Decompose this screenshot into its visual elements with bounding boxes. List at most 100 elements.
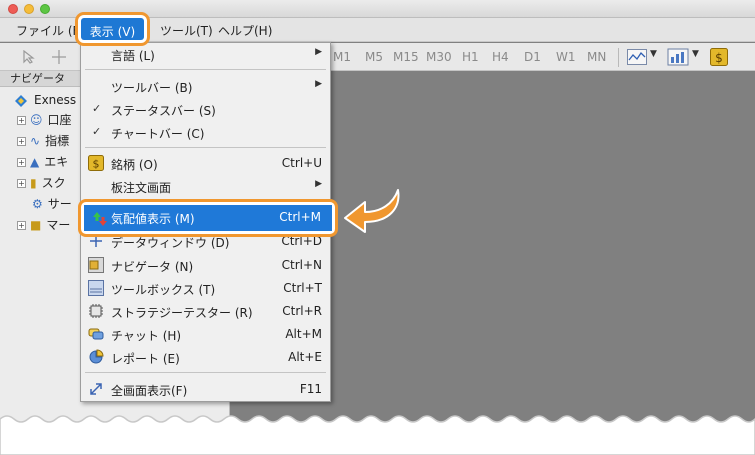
menu-item-label: チャット (H) — [111, 329, 182, 343]
menu-help[interactable]: ヘルプ(H) — [218, 22, 272, 39]
menu-item-label: ストラテジーテスター (R) — [111, 306, 253, 320]
submenu-arrow-icon: ▶ — [315, 179, 322, 189]
menu-file[interactable]: ファイル (F) — [16, 22, 84, 39]
scripts-icon: ▮ — [30, 176, 37, 190]
menu-item-label: 板注文画面 — [111, 181, 172, 195]
timeframe-w1-button[interactable]: W1 — [556, 50, 576, 64]
menu-item-report[interactable]: レポート (E) Alt+E — [81, 346, 330, 368]
timeframe-mn-button[interactable]: MN — [587, 50, 606, 64]
menu-item-shortcut: Alt+E — [288, 350, 322, 364]
svg-text:$: $ — [715, 51, 723, 65]
menu-item-label: ステータスバー (S) — [111, 104, 216, 118]
menu-item-shortcut: Ctrl+U — [281, 156, 322, 170]
timeframe-m30-button[interactable]: M30 — [426, 50, 452, 64]
menu-divider — [85, 372, 326, 373]
menu-item-status-bar[interactable]: ✓ ステータスバー (S) — [81, 98, 330, 120]
close-window-button[interactable] — [8, 4, 18, 14]
navigator-item-label: スク — [41, 176, 66, 190]
menu-item-navigator[interactable]: ナビゲータ (N) Ctrl+N — [81, 254, 330, 276]
maximize-window-button[interactable] — [40, 4, 50, 14]
svg-text:$: $ — [93, 158, 100, 171]
timeframe-h1-button[interactable]: H1 — [462, 50, 479, 64]
expand-icon[interactable]: + — [17, 179, 26, 188]
navigator-item-indicators[interactable]: + ∿ 指標 — [17, 132, 69, 149]
menu-item-shortcut: Ctrl+T — [283, 281, 322, 295]
services-icon: ⚙ — [32, 197, 43, 211]
menu-item-label: 言語 (L) — [111, 49, 155, 63]
checkmark-icon: ✓ — [92, 125, 102, 138]
menu-item-chat[interactable]: チャット (H) Alt+M — [81, 323, 330, 345]
minimize-window-button[interactable] — [24, 4, 34, 14]
cursor-icon[interactable] — [22, 50, 36, 64]
menu-view-label: 表示 (V) — [89, 25, 136, 39]
indicator-icon[interactable] — [627, 49, 647, 65]
app-window: ファイル (F) ツール(T) ヘルプ(H) M1 M5 M15 M30 H1 H4 D1 W… — [0, 0, 755, 455]
menu-item-shortcut: Ctrl+M — [279, 210, 321, 224]
timeframe-m15-button[interactable]: M15 — [393, 50, 419, 64]
menu-item-strategy-tester[interactable]: ストラテジーテスター (R) Ctrl+R — [81, 300, 330, 322]
navigator-item-experts[interactable]: + ▲ エキ — [17, 153, 68, 170]
pointer-arrow-icon — [344, 189, 400, 233]
market-watch-icon — [93, 212, 107, 226]
menu-item-language[interactable]: 言語 (L) ▶ — [81, 43, 330, 65]
navigator-item-label: サー — [47, 197, 72, 211]
chevron-down-icon[interactable]: ▼ — [650, 49, 657, 59]
broker-logo-icon — [15, 94, 27, 107]
checkmark-icon: ✓ — [92, 102, 102, 115]
menu-item-chart-bar[interactable]: ✓ チャートバー (C) — [81, 121, 330, 143]
crosshair-tool-icon[interactable] — [52, 50, 66, 64]
menu-item-toolbox[interactable]: ツールボックス (T) Ctrl+T — [81, 277, 330, 299]
tester-icon — [89, 304, 103, 318]
navigator-root-label: Exness — [34, 93, 77, 107]
submenu-arrow-icon: ▶ — [315, 79, 322, 89]
menu-item-shortcut: Alt+M — [285, 327, 322, 341]
template-icon[interactable] — [667, 48, 689, 66]
dollar-icon: $ — [88, 155, 104, 171]
navigator-item-accounts[interactable]: + ☺ 口座 — [17, 111, 72, 128]
expand-icon[interactable]: + — [17, 221, 26, 230]
timeframe-m1-button[interactable]: M1 — [333, 50, 351, 64]
timeframe-m5-button[interactable]: M5 — [365, 50, 383, 64]
menu-item-label: レポート (E) — [111, 352, 180, 366]
menu-divider — [85, 69, 326, 70]
chevron-down-icon[interactable]: ▼ — [692, 49, 699, 59]
navigator-item-label: 口座 — [47, 113, 72, 127]
timeframe-h4-button[interactable]: H4 — [492, 50, 509, 64]
menu-item-label: 気配値表示 (M) — [111, 212, 195, 226]
expand-icon[interactable]: + — [17, 116, 26, 125]
menu-item-toolbar[interactable]: ツールバー (B) ▶ — [81, 75, 330, 97]
menu-item-label: 銘柄 (O) — [111, 158, 158, 172]
navigator-item-label: エキ — [44, 155, 69, 169]
menu-item-label: ナビゲータ (N) — [111, 260, 194, 274]
menu-item-shortcut: Ctrl+N — [281, 258, 322, 272]
menu-tools[interactable]: ツール(T) — [160, 22, 213, 39]
menu-divider — [85, 147, 326, 148]
expand-icon[interactable]: + — [17, 137, 26, 146]
chat-icon — [88, 328, 104, 340]
experts-icon: ▲ — [30, 155, 40, 169]
navigator-item-label: マー — [46, 218, 71, 232]
market-icon: ■ — [30, 218, 42, 232]
menu-view[interactable]: 表示 (V) — [75, 12, 150, 46]
navigator-item-label: 指標 — [45, 134, 70, 148]
toolbox-icon — [88, 280, 104, 296]
menu-item-symbols[interactable]: $ 銘柄 (O) Ctrl+U — [81, 152, 330, 174]
menu-item-label: チャートバー (C) — [111, 127, 205, 141]
expand-icon[interactable]: + — [17, 158, 26, 167]
navigator-item-scripts[interactable]: + ▮ スク — [17, 174, 66, 191]
dollar-icon[interactable]: $ — [710, 48, 728, 66]
navigator-root[interactable]: Exness — [14, 93, 76, 108]
torn-edge-decoration — [0, 415, 755, 455]
menu-item-shortcut: F11 — [299, 382, 322, 396]
timeframe-d1-button[interactable]: D1 — [524, 50, 541, 64]
menu-item-shortcut: Ctrl+R — [282, 304, 322, 318]
toolbar-divider — [618, 48, 619, 67]
report-icon — [89, 349, 104, 364]
submenu-arrow-icon: ▶ — [315, 47, 322, 57]
navigator-item-services[interactable]: ⚙ サー — [32, 195, 72, 212]
menu-item-label: ツールバー (B) — [111, 81, 193, 95]
menu-item-depth-of-market[interactable]: 板注文画面 ▶ — [81, 175, 330, 197]
accounts-icon: ☺ — [30, 113, 43, 127]
menu-item-market-watch[interactable]: 気配値表示 (M) Ctrl+M — [78, 199, 338, 237]
navigator-item-market[interactable]: + ■ マー — [17, 216, 70, 233]
